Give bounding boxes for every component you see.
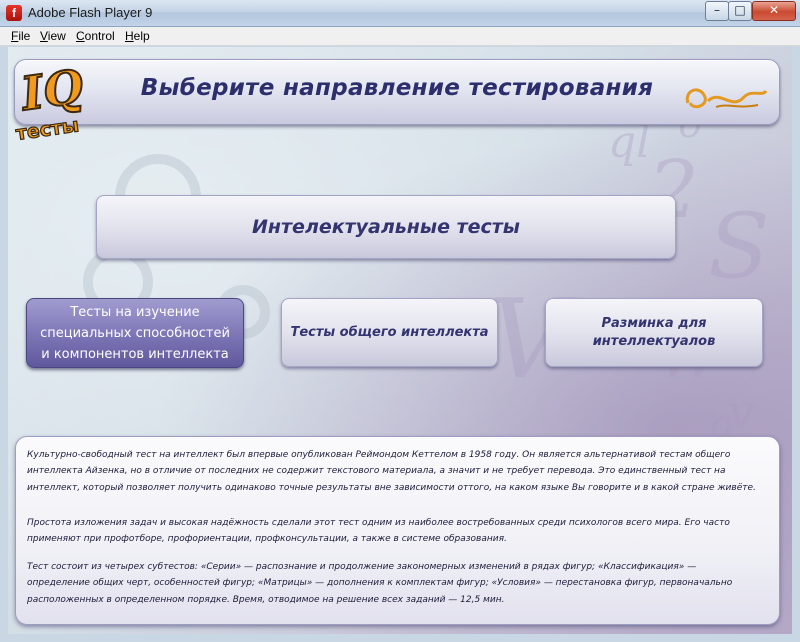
window-title: Adobe Flash Player 9	[28, 5, 153, 20]
svg-text:v: v	[728, 384, 754, 438]
page-title: Выберите направление тестирования	[140, 75, 654, 101]
intellectual-warmup-button[interactable]: Разминка для интеллектуалов	[545, 298, 763, 367]
menu-control-accel: C	[76, 29, 85, 43]
general-intelligence-tests-button[interactable]: Тесты общего интеллекта	[281, 298, 498, 367]
svg-text:S: S	[708, 194, 770, 299]
warmup-label-line-2: интеллектуалов	[592, 333, 716, 349]
flash-app-icon: f	[6, 5, 22, 21]
special-label-line-1: Тесты на изучение	[70, 304, 200, 320]
header-bar: Выберите направление тестирования	[14, 59, 780, 125]
flash-stage: 2 S ql V W g 6 v Выберите направление те…	[8, 47, 792, 634]
menu-bar: File View Control Help	[0, 27, 800, 46]
maximize-button[interactable]: □	[728, 1, 752, 21]
menu-help-label: elp	[133, 29, 150, 43]
menu-help[interactable]: Help	[125, 29, 150, 43]
special-label-line-3: и компонентов интеллекта	[41, 346, 229, 362]
description-panel: Культурно-свободный тест на интеллект бы…	[15, 436, 780, 625]
flash-player-window: f Adobe Flash Player 9 – □ ✕ File View C…	[0, 0, 800, 642]
title-bar[interactable]: f Adobe Flash Player 9 – □ ✕	[0, 0, 800, 27]
description-paragraph-3: Тест состоит из четырех субтестов: «Сери…	[27, 562, 733, 605]
menu-file-label: ile	[18, 29, 31, 43]
minimize-button[interactable]: –	[705, 1, 729, 21]
description-paragraph-2: Простота изложения задач и высокая надёж…	[27, 518, 730, 545]
menu-file[interactable]: File	[11, 29, 30, 43]
brand-logo	[685, 88, 768, 109]
close-button[interactable]: ✕	[752, 1, 796, 21]
iq-tests-logo: IQ тесты	[14, 58, 88, 145]
warmup-label-line-1: Разминка для	[601, 315, 707, 331]
menu-control-label: ontrol	[84, 29, 115, 43]
menu-view[interactable]: View	[40, 29, 66, 43]
menu-view-label: iew	[47, 29, 66, 43]
special-abilities-label: Тесты на изучение специальных способност…	[40, 302, 230, 365]
special-label-line-2: специальных способностей	[40, 325, 230, 341]
special-abilities-tests-button[interactable]: Тесты на изучение специальных способност…	[26, 298, 244, 368]
menu-control[interactable]: Control	[76, 29, 115, 43]
intellectual-tests-button[interactable]: Интелектуальные тесты	[96, 195, 676, 259]
logo-iq-text: IQ	[16, 59, 86, 121]
description-paragraph-1: Культурно-свободный тест на интеллект бы…	[27, 450, 756, 493]
menu-view-accel: V	[40, 29, 48, 43]
menu-help-accel: H	[125, 29, 134, 43]
warmup-label: Разминка для интеллектуалов	[593, 315, 716, 351]
